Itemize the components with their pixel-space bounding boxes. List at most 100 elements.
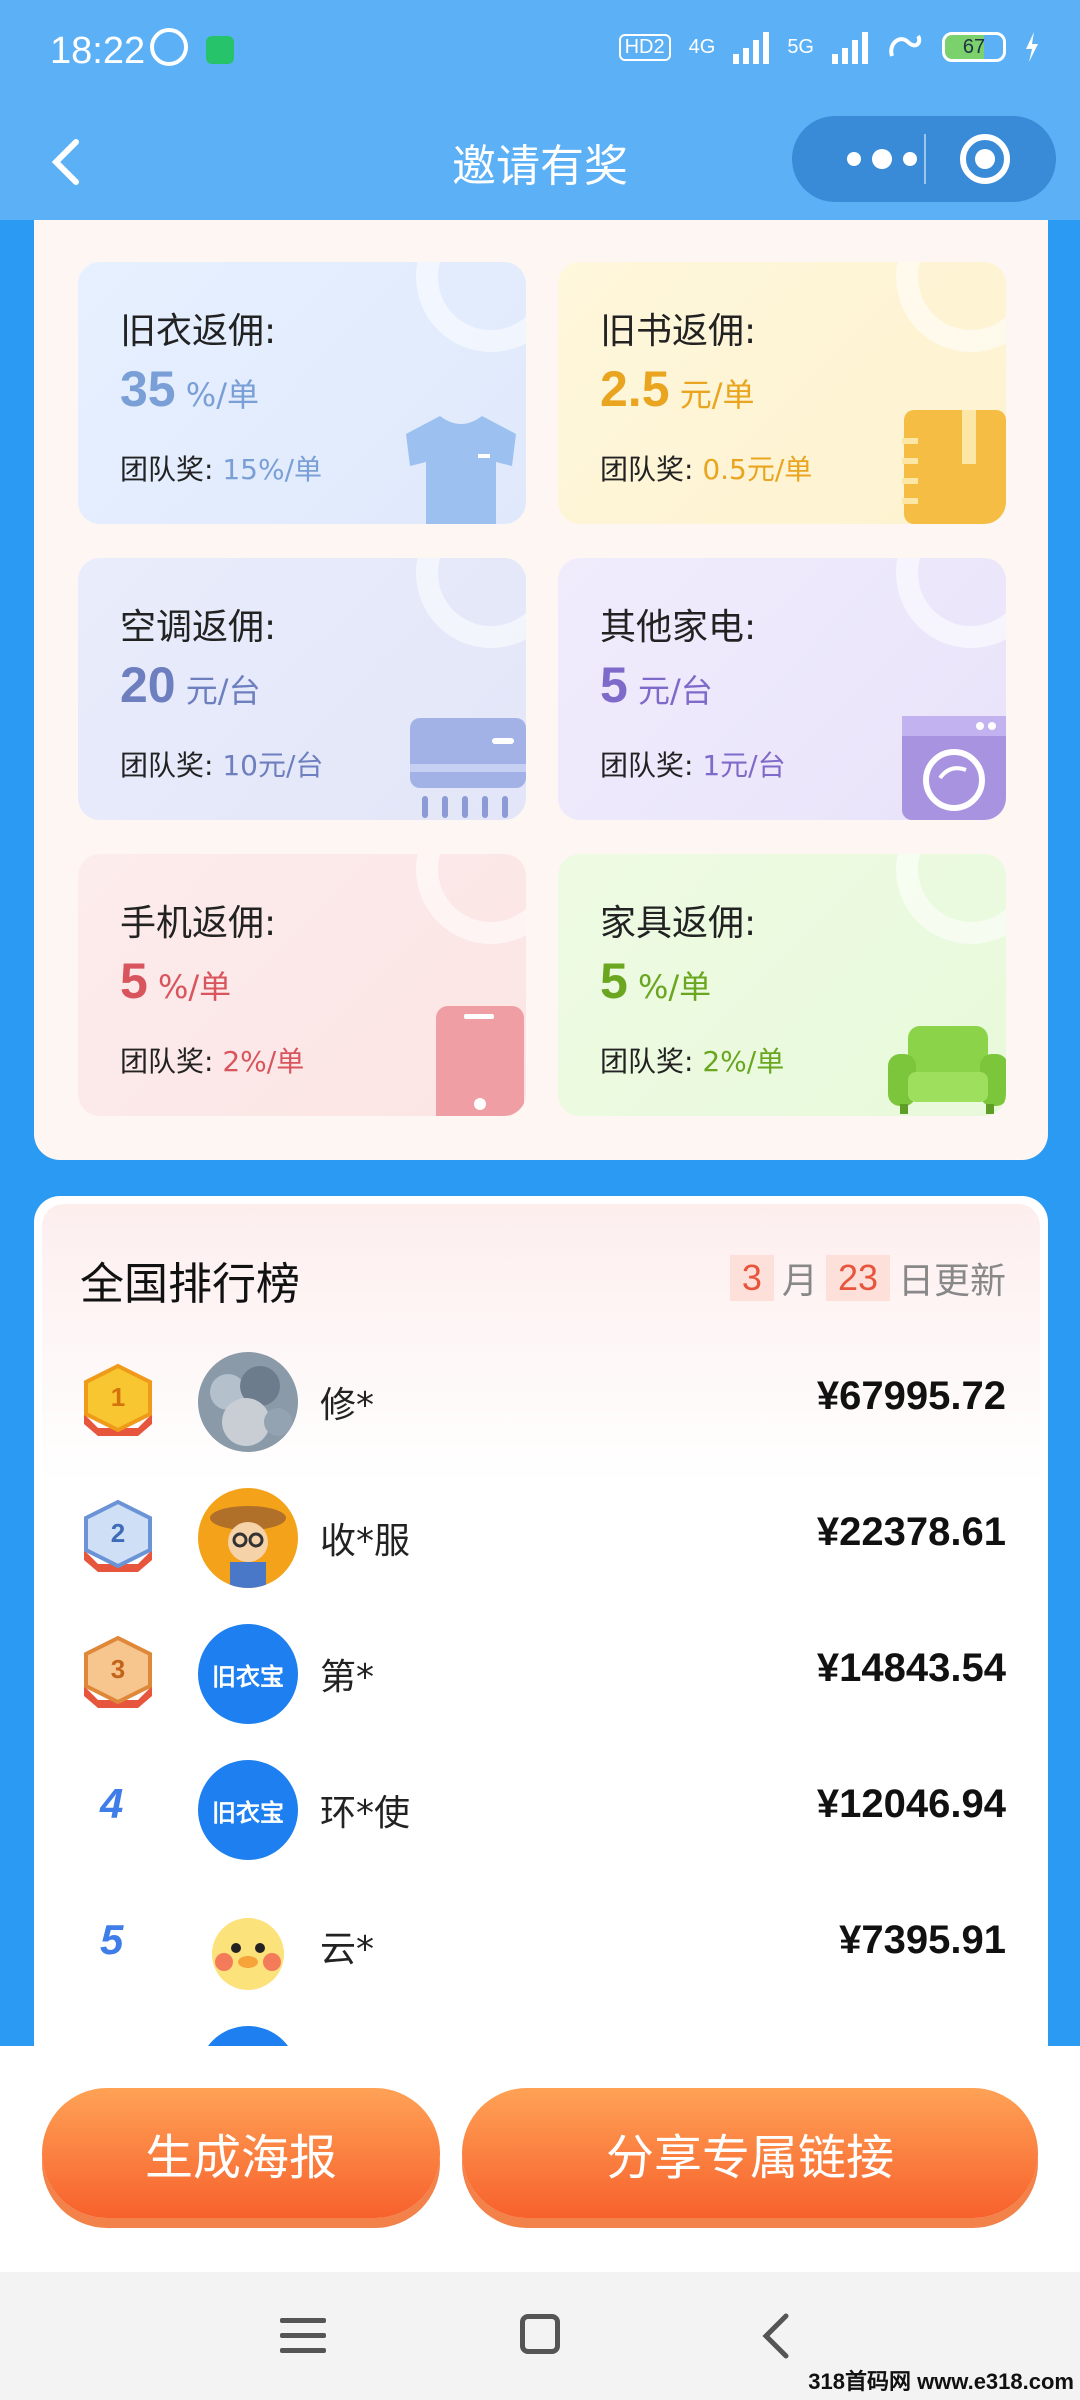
rank-name: 收*服 [320,1521,411,1562]
team-label: 团队奖: [120,749,214,782]
ranking-panel: 全国排行榜 3 月 23 日更新 1 修* ¥67995.72 2 收*服 ¥2… [34,1196,1048,2046]
signal-icon [832,30,868,64]
commission-card-books[interactable]: 旧书返佣: 2.5 元/单 团队奖: 0.5元/单 [558,262,1006,524]
rate-unit: 元/台 [637,672,713,710]
battery-icon: 67 [942,32,1006,62]
book-icon [902,410,1006,524]
close-mini-program-icon[interactable] [960,134,1010,184]
rate-unit: 元/单 [679,376,755,414]
ranking-row: 3 旧衣宝 第* ¥14843.54 [34,1604,1048,1740]
jiuyibao-logo-avatar: 旧衣宝 [198,1760,298,1860]
decorative-ring [416,558,526,648]
month-label: 月 [781,1261,818,1302]
wifi-link-icon [889,34,922,57]
team-value: 1元/台 [702,749,786,782]
farmer-cartoon-avatar [198,1488,298,1588]
commission-panel: 旧衣返佣: 35 %/单 团队奖: 15%/单 旧书返佣: 2.5 元/单 团队… [34,220,1048,1160]
rate-unit: %/单 [157,968,232,1006]
svg-text:1: 1 [111,1382,125,1412]
update-day: 23 [825,1255,890,1301]
app-notification-icon [206,36,234,64]
phone-icon [436,1006,524,1116]
share-link-button[interactable]: 分享专属链接 [462,2088,1038,2218]
card-title: 空调返佣: [120,607,277,648]
back-icon[interactable] [756,2312,796,2360]
washing-machine-icon [902,716,1006,820]
more-options-icon[interactable] [832,134,932,184]
card-title: 旧衣返佣: [120,311,277,352]
tshirt-icon [406,416,516,524]
avatar-logo-text: 旧衣宝 [212,1798,284,1827]
hd-label: HD2 [618,33,671,61]
commission-card-furniture[interactable]: 家具返佣: 5 %/单 团队奖: 2%/单 [558,854,1006,1116]
battery-level: 67 [962,35,986,58]
team-label: 团队奖: [600,453,694,486]
watermark: 318首码网 www.e318.com [808,2369,1074,2394]
menu-icon[interactable] [280,2316,326,2356]
rate-number: 2.5 [600,361,670,417]
card-rate: 2.5 元/单 [600,360,754,418]
commission-card-phones[interactable]: 手机返佣: 5 %/单 团队奖: 2%/单 [78,854,526,1116]
commission-card-clothes[interactable]: 旧衣返佣: 35 %/单 团队奖: 15%/单 [78,262,526,524]
update-date: 3 月 23 日更新 [729,1252,1006,1304]
rank-number: 5 [100,1916,124,1963]
decorative-ring [416,854,526,944]
day-label: 日更新 [897,1261,1006,1302]
ranking-row: 1 修* ¥67995.72 [34,1332,1048,1468]
update-month: 3 [729,1255,774,1301]
ranking-title: 全国排行榜 [80,1259,300,1310]
silver-medal-icon: 2 [84,1499,152,1572]
decorative-ring [896,262,1006,352]
card-title: 其他家电: [600,607,757,648]
decorative-ring [896,558,1006,648]
rate-number: 5 [600,953,628,1009]
decorative-ring [896,854,1006,944]
rank-amount: ¥14843.54 [816,1646,1006,1690]
rank-number: 4 [100,1780,124,1827]
ranking-row: 4 旧衣宝 环*使 ¥12046.94 [34,1740,1048,1876]
ranking-row: 2 收*服 ¥22378.61 [34,1468,1048,1604]
team-label: 团队奖: [600,1045,694,1078]
system-nav-bar: 318首码网 www.e318.com [0,2272,1080,2400]
signal-icon [733,30,770,64]
rate-unit: 元/台 [185,672,261,710]
status-bar: 18:22 HD2 4G 5G 67 [0,0,1080,110]
rate-unit: %/单 [637,968,712,1006]
commission-card-air-conditioner[interactable]: 空调返佣: 20 元/台 团队奖: 10元/台 [78,558,526,820]
svg-text:3: 3 [111,1654,125,1684]
generate-poster-button[interactable]: 生成海报 [42,2088,440,2218]
jiuyibao-logo-avatar: 旧衣宝 [198,1624,298,1724]
home-icon[interactable] [520,2314,560,2354]
rank-amount: ¥7395.91 [839,1918,1006,1962]
status-indicators: HD2 4G 5G 67 [618,30,1040,64]
mini-program-capsule [792,116,1056,202]
team-label: 团队奖: [120,1045,214,1078]
commission-card-appliances[interactable]: 其他家电: 5 元/台 团队奖: 1元/台 [558,558,1006,820]
team-label: 团队奖: [120,453,214,486]
decorative-ring [416,262,526,352]
card-rate: 5 元/台 [600,656,713,714]
rate-number: 35 [120,361,176,417]
team-label: 团队奖: [600,749,694,782]
card-title: 手机返佣: [120,903,277,944]
team-reward: 团队奖: 10元/台 [120,744,323,784]
rank-amount: ¥67995.72 [816,1374,1006,1418]
app-header: 邀请有奖 [0,110,1080,220]
rank-name: 第* [320,1657,375,1698]
air-conditioner-icon [410,718,526,818]
card-rate: 20 元/台 [120,656,261,714]
rank-amount: ¥22378.61 [816,1510,1006,1554]
alarm-icon [150,28,188,66]
action-bar: 生成海报 分享专属链接 [0,2046,1080,2272]
team-reward: 团队奖: 2%/单 [120,1040,304,1080]
team-value: 0.5元/单 [702,453,813,486]
rank-name: 云* [320,1929,375,1970]
rate-unit: %/单 [185,376,259,414]
card-rate: 5 %/单 [600,952,711,1010]
next-row-avatar [198,2026,298,2046]
rate-number: 5 [120,953,148,1009]
card-title: 旧书返佣: [600,311,757,352]
rank-amount: ¥12046.94 [816,1782,1006,1826]
ranking-row: 5 云* ¥7395.91 [34,1876,1048,2012]
network-5g-label: 5G [787,35,814,58]
